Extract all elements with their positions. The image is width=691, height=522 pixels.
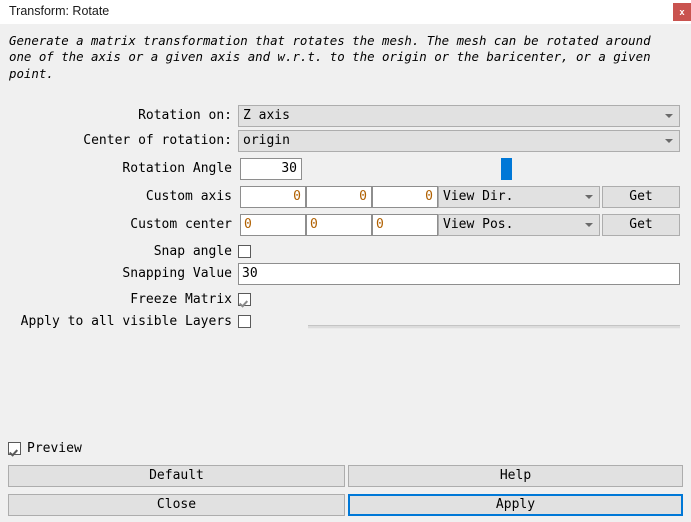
rotation-angle-value: 30 <box>281 161 297 176</box>
custom-center-y-value: 0 <box>310 217 318 232</box>
chevron-down-icon <box>585 223 593 227</box>
apply-all-layers-checkbox[interactable] <box>238 315 251 328</box>
custom-center-z-input[interactable]: 0 <box>372 214 438 236</box>
rotation-on-select[interactable]: Z axis <box>238 105 680 127</box>
custom-axis-z-input[interactable]: 0 <box>372 186 438 208</box>
snapping-value-text: 30 <box>242 266 258 281</box>
apply-button[interactable]: Apply <box>348 494 683 516</box>
custom-axis-y-input[interactable]: 0 <box>306 186 372 208</box>
chevron-down-icon <box>585 195 593 199</box>
label-apply-all-layers: Apply to all visible Layers <box>20 314 232 329</box>
custom-center-y-input[interactable]: 0 <box>306 214 372 236</box>
custom-axis-x-input[interactable]: 0 <box>240 186 306 208</box>
row-rotation-angle: Rotation Angle 30 <box>0 158 691 329</box>
preview-label: Preview <box>27 441 82 456</box>
rotation-angle-slider-handle[interactable] <box>501 158 512 180</box>
custom-center-x-input[interactable]: 0 <box>240 214 306 236</box>
default-button[interactable]: Default <box>8 465 345 487</box>
label-snap-angle: Snap angle <box>153 244 232 259</box>
custom-axis-z-value: 0 <box>425 189 433 204</box>
snap-angle-checkbox[interactable] <box>238 245 251 258</box>
snapping-value-input[interactable]: 30 <box>238 263 680 285</box>
custom-center-source-value: View Pos. <box>443 217 514 232</box>
chevron-down-icon <box>665 114 673 118</box>
custom-axis-source-select[interactable]: View Dir. <box>438 186 600 208</box>
row-apply-all-layers: Apply to all visible Layers <box>0 311 691 333</box>
center-of-rotation-select[interactable]: origin <box>238 130 680 152</box>
label-rotation-angle: Rotation Angle <box>122 161 232 176</box>
dialog-description: Generate a matrix transformation that ro… <box>9 33 659 81</box>
row-custom-center: Custom center 0 0 0 View Pos. Get <box>0 214 691 236</box>
close-button[interactable]: Close <box>8 494 345 516</box>
rotation-on-value: Z axis <box>243 108 290 123</box>
custom-axis-source-value: View Dir. <box>443 189 514 204</box>
row-rotation-on: Rotation on: Z axis <box>0 105 691 127</box>
window-title: Transform: Rotate <box>9 4 110 18</box>
label-rotation-on: Rotation on: <box>138 108 232 123</box>
custom-axis-y-value: 0 <box>359 189 367 204</box>
custom-axis-get-button[interactable]: Get <box>602 186 680 208</box>
label-custom-center: Custom center <box>130 217 232 232</box>
label-center-of-rotation: Center of rotation: <box>83 133 232 148</box>
window-titlebar: Transform: Rotate x <box>0 0 691 24</box>
rotation-angle-input[interactable]: 30 <box>240 158 302 180</box>
help-button[interactable]: Help <box>348 465 683 487</box>
chevron-down-icon <box>665 139 673 143</box>
custom-center-source-select[interactable]: View Pos. <box>438 214 600 236</box>
custom-center-get-button[interactable]: Get <box>602 214 680 236</box>
row-snap-angle: Snap angle <box>0 241 691 263</box>
row-snapping-value: Snapping Value 30 <box>0 263 691 285</box>
row-freeze-matrix: Freeze Matrix <box>0 289 691 311</box>
preview-checkbox[interactable] <box>8 442 21 455</box>
label-freeze-matrix: Freeze Matrix <box>130 292 232 307</box>
label-custom-axis: Custom axis <box>145 189 232 204</box>
freeze-matrix-checkbox[interactable] <box>238 293 251 306</box>
custom-axis-x-value: 0 <box>293 189 301 204</box>
custom-center-z-value: 0 <box>376 217 384 232</box>
close-icon[interactable]: x <box>673 3 691 21</box>
row-center-of-rotation: Center of rotation: origin <box>0 130 691 152</box>
center-of-rotation-value: origin <box>243 133 290 148</box>
label-snapping-value: Snapping Value <box>122 266 232 281</box>
custom-center-x-value: 0 <box>244 217 252 232</box>
row-custom-axis: Custom axis 0 0 0 View Dir. Get <box>0 186 691 208</box>
